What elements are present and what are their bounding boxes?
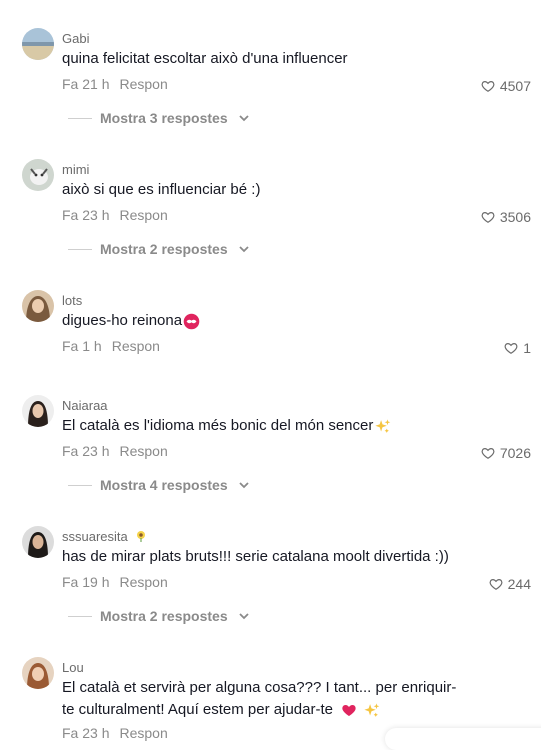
like-count: 1 xyxy=(523,340,531,356)
like-button[interactable]: 7026 xyxy=(481,445,531,461)
sunflower-icon xyxy=(137,531,146,542)
reply-button[interactable]: Respon xyxy=(119,443,167,459)
view-replies-button[interactable]: Mostra 3 respostes xyxy=(68,110,250,126)
reply-button[interactable]: Respon xyxy=(119,574,167,590)
avatar[interactable] xyxy=(22,290,54,322)
like-button[interactable]: 1 xyxy=(504,340,531,356)
view-replies-label: Mostra 2 respostes xyxy=(100,241,228,257)
sparkles-icon xyxy=(375,418,391,433)
comment-username[interactable]: mimi xyxy=(62,162,89,177)
comment-text: El català et servirà per alguna cosa??? … xyxy=(62,677,502,721)
view-replies-label: Mostra 2 respostes xyxy=(100,608,228,624)
floating-action-bar[interactable] xyxy=(385,728,541,750)
like-button[interactable]: 4507 xyxy=(481,78,531,94)
chevron-down-icon xyxy=(238,115,249,122)
avatar-photo-icon xyxy=(22,159,54,191)
avatar[interactable] xyxy=(22,395,54,427)
heart-outline-icon xyxy=(481,212,495,223)
comment-username[interactable]: Gabi xyxy=(62,31,89,46)
comment-time: Fa 21 h xyxy=(62,76,110,92)
heart-outline-icon xyxy=(489,579,503,590)
comment-time: Fa 1 h xyxy=(62,338,102,354)
chevron-down-icon xyxy=(238,482,249,489)
comment-meta: Fa 23 h Respon xyxy=(62,207,168,223)
divider-line xyxy=(68,117,92,119)
view-replies-button[interactable]: Mostra 4 respostes xyxy=(68,477,250,493)
comment-username[interactable]: Lou xyxy=(62,660,84,675)
heart-outline-icon xyxy=(481,448,495,459)
avatar-photo-icon xyxy=(22,526,54,558)
comment-meta: Fa 19 h Respon xyxy=(62,574,168,590)
heart-outline-icon xyxy=(504,343,518,354)
like-button[interactable]: 244 xyxy=(489,576,531,592)
avatar-photo-icon xyxy=(22,28,54,60)
like-count: 244 xyxy=(507,576,531,592)
comment-text: això si que es influenciar bé :) xyxy=(62,181,261,198)
comment-text-line-2: te culturalment! Aquí estem per ajudar-t… xyxy=(62,699,502,721)
comment-text-content: El català es l'idioma més bonic del món … xyxy=(62,417,374,434)
avatar-photo-icon xyxy=(22,657,54,689)
reply-button[interactable]: Respon xyxy=(119,207,167,223)
divider-line xyxy=(68,615,92,617)
avatar-photo-icon xyxy=(22,290,54,322)
like-button[interactable]: 3506 xyxy=(481,209,531,225)
reply-button[interactable]: Respon xyxy=(119,76,167,92)
username-text: sssuaresita xyxy=(62,529,128,544)
comment-text: quina felicitat escoltar això d'una infl… xyxy=(62,50,348,67)
comment-username[interactable]: Naiaraa xyxy=(62,398,108,413)
like-count: 3506 xyxy=(499,209,531,225)
comment-text-content: te culturalment! Aquí estem per ajudar-t… xyxy=(62,701,333,718)
avatar[interactable] xyxy=(22,159,54,191)
chevron-down-icon xyxy=(238,246,249,253)
avatar-photo-icon xyxy=(22,395,54,427)
comment-text-content: digues-ho reinona xyxy=(62,312,183,329)
view-replies-label: Mostra 4 respostes xyxy=(100,477,228,493)
view-replies-button[interactable]: Mostra 2 respostes xyxy=(68,241,250,257)
comment-text-line: El català et servirà per alguna cosa??? … xyxy=(62,679,457,696)
divider-line xyxy=(68,484,92,486)
comment-username[interactable]: sssuaresita xyxy=(62,529,147,544)
like-count: 4507 xyxy=(499,78,531,94)
comment-text: El català es l'idioma més bonic del món … xyxy=(62,415,482,437)
view-replies-button[interactable]: Mostra 2 respostes xyxy=(68,608,250,624)
like-count: 7026 xyxy=(499,445,531,461)
comment-time: Fa 23 h xyxy=(62,443,110,459)
comment-meta: Fa 21 h Respon xyxy=(62,76,168,92)
heart-icon xyxy=(342,705,356,717)
chevron-down-icon xyxy=(238,613,249,620)
comment-username[interactable]: lots xyxy=(62,293,82,308)
heart-outline-icon xyxy=(481,81,495,92)
avatar[interactable] xyxy=(22,526,54,558)
reply-button[interactable]: Respon xyxy=(112,338,160,354)
comment-meta: Fa 1 h Respon xyxy=(62,338,160,354)
view-replies-label: Mostra 3 respostes xyxy=(100,110,228,126)
sparkles-icon xyxy=(364,702,380,717)
avatar[interactable] xyxy=(22,657,54,689)
comment-text: has de mirar plats bruts!!! serie catala… xyxy=(62,548,449,565)
avatar[interactable] xyxy=(22,28,54,60)
divider-line xyxy=(68,248,92,250)
comment-time: Fa 23 h xyxy=(62,207,110,223)
comment-time: Fa 19 h xyxy=(62,574,110,590)
comment-text: digues-ho reinona xyxy=(62,310,482,332)
comment-meta: Fa 23 h Respon xyxy=(62,443,168,459)
kiss-mark-icon xyxy=(183,313,200,329)
